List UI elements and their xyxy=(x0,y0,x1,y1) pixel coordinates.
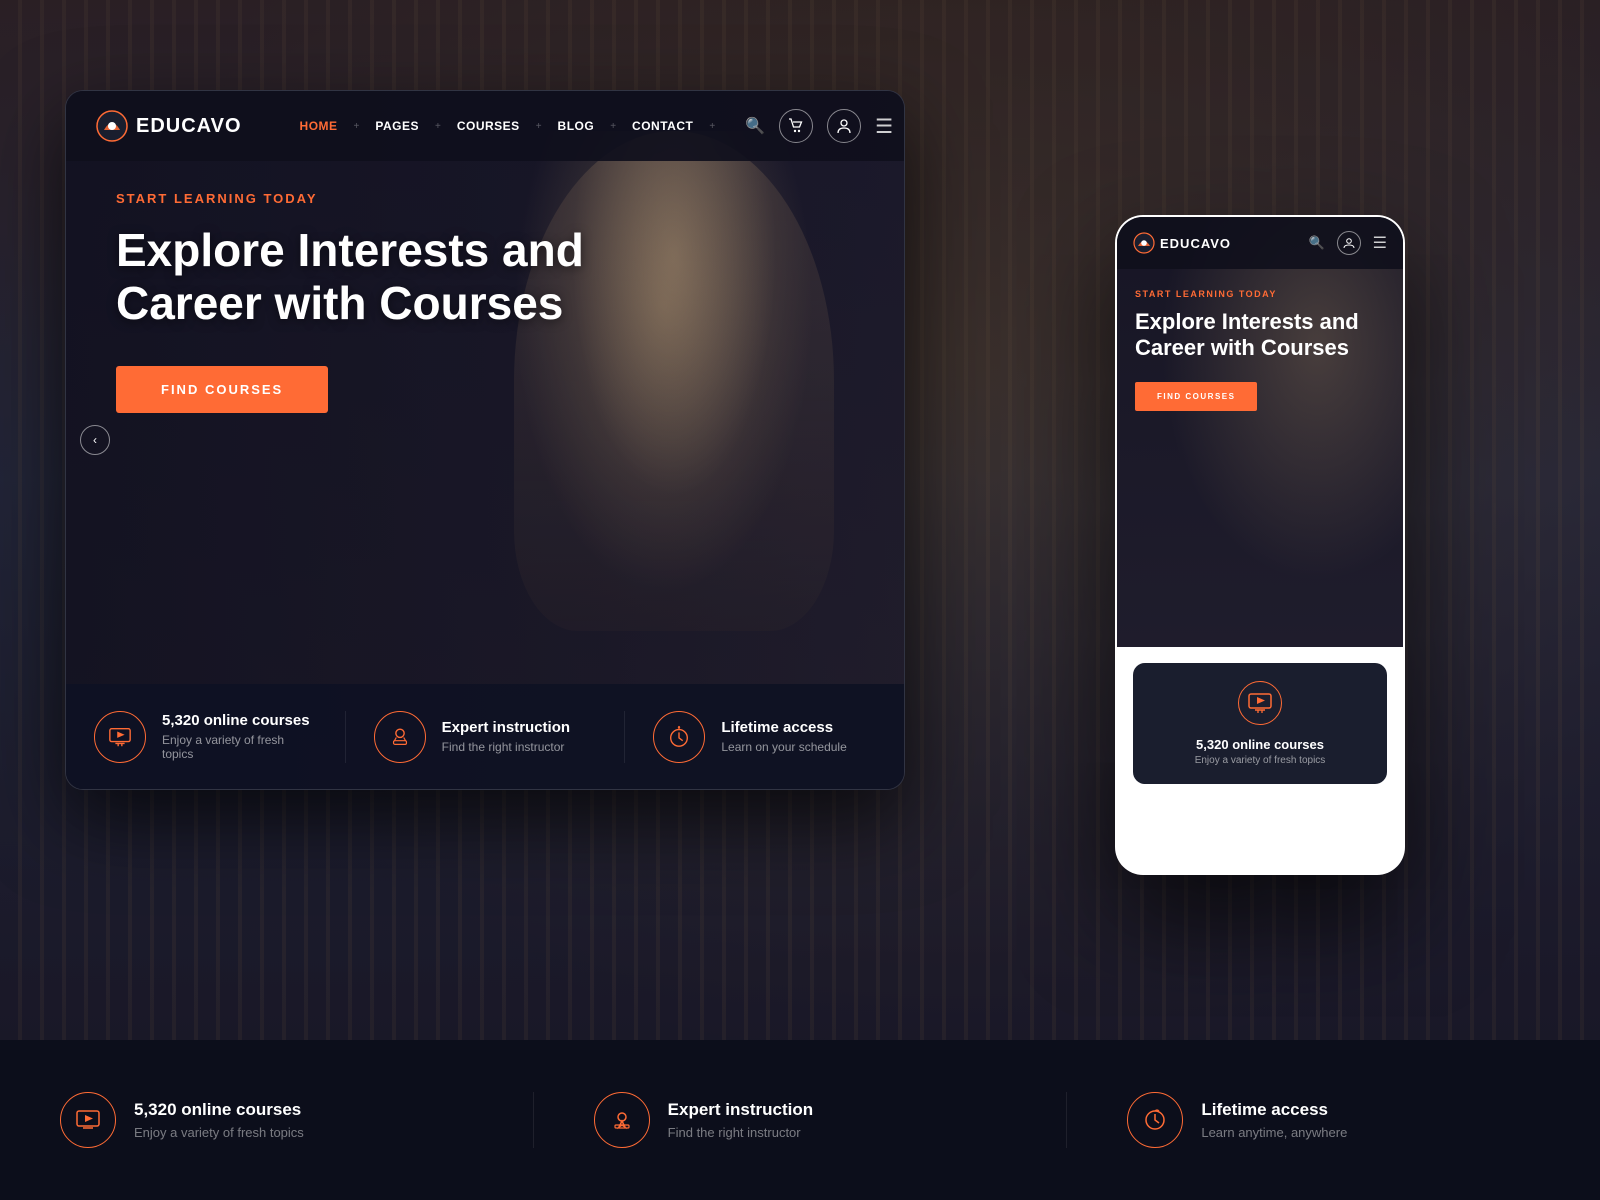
nav-blog[interactable]: BLOG xyxy=(550,114,603,138)
mobile-mockup: EDUCAVO 🔍 ☰ START LEARNING TODAY Explore… xyxy=(1115,215,1405,875)
nav-courses[interactable]: COURSES xyxy=(449,114,528,138)
bottom-stat-text-1: 5,320 online courses Enjoy a variety of … xyxy=(134,1100,304,1140)
mobile-user-icon[interactable] xyxy=(1337,231,1361,255)
stat-instruction-icon xyxy=(374,711,426,763)
logo-icon xyxy=(96,110,128,142)
stat-lifetime: Lifetime access Learn on your schedule xyxy=(625,711,904,763)
nav-home[interactable]: HOME xyxy=(292,114,346,138)
prev-slide-button[interactable]: ‹ xyxy=(80,425,110,455)
mobile-hero: EDUCAVO 🔍 ☰ START LEARNING TODAY Explore… xyxy=(1117,217,1403,647)
bottom-stat-title-2: Expert instruction xyxy=(668,1100,813,1120)
mobile-logo[interactable]: EDUCAVO xyxy=(1133,232,1231,254)
mobile-nav-icons: 🔍 ☰ xyxy=(1308,231,1387,255)
stat-courses: 5,320 online courses Enjoy a variety of … xyxy=(66,711,346,763)
stat-lifetime-text: Lifetime access Learn on your schedule xyxy=(721,719,846,754)
desktop-hero-content: START LEARNING TODAY Explore Interests a… xyxy=(116,191,696,413)
bottom-stats-bar: 5,320 online courses Enjoy a variety of … xyxy=(0,1040,1600,1200)
bottom-stat-icon-2 xyxy=(594,1092,650,1148)
bottom-stat-icon-3 xyxy=(1127,1092,1183,1148)
menu-icon[interactable]: ☰ xyxy=(875,114,893,139)
mobile-hero-bg-overlay xyxy=(1117,217,1403,647)
bottom-stat-3: Lifetime access Learn anytime, anywhere xyxy=(1067,1092,1600,1148)
hero-title: Explore Interests and Career with Course… xyxy=(116,224,696,330)
mobile-stats-card: 5,320 online courses Enjoy a variety of … xyxy=(1133,663,1387,784)
mobile-stat-desc: Enjoy a variety of fresh topics xyxy=(1195,755,1326,766)
mobile-navbar: EDUCAVO 🔍 ☰ xyxy=(1117,217,1403,269)
mobile-logo-icon xyxy=(1133,232,1155,254)
bottom-stat-icon-1 xyxy=(60,1092,116,1148)
bottom-stat-2: Expert instruction Find the right instru… xyxy=(534,1092,1068,1148)
desktop-navbar: EDUCAVO HOME + PAGES + COURSES + BLOG + … xyxy=(66,91,904,161)
find-courses-button[interactable]: FIND COURSES xyxy=(116,366,328,413)
stat-courses-icon xyxy=(94,711,146,763)
mobile-search-icon[interactable]: 🔍 xyxy=(1308,235,1324,251)
bottom-stat-text-3: Lifetime access Learn anytime, anywhere xyxy=(1201,1100,1347,1140)
mobile-stat-text: 5,320 online courses Enjoy a variety of … xyxy=(1195,737,1326,766)
mobile-logo-text: EDUCAVO xyxy=(1160,236,1231,251)
stat-lifetime-icon xyxy=(653,711,705,763)
bottom-stat-text-2: Expert instruction Find the right instru… xyxy=(668,1100,813,1140)
nav-contact[interactable]: CONTACT xyxy=(624,114,701,138)
search-icon[interactable]: 🔍 xyxy=(745,116,765,136)
bottom-stat-desc-2: Find the right instructor xyxy=(668,1125,813,1140)
mobile-find-courses-button[interactable]: FIND COURSES xyxy=(1135,382,1257,411)
bottom-stat-1: 5,320 online courses Enjoy a variety of … xyxy=(0,1092,534,1148)
mobile-stat-title: 5,320 online courses xyxy=(1195,737,1326,752)
desktop-stats-bar: 5,320 online courses Enjoy a variety of … xyxy=(66,684,904,789)
nav-icons: 🔍 ☰ xyxy=(745,109,893,143)
mobile-menu-icon[interactable]: ☰ xyxy=(1373,233,1387,253)
user-icon[interactable] xyxy=(827,109,861,143)
stat-instruction-text: Expert instruction Find the right instru… xyxy=(442,719,570,754)
desktop-mockup: EDUCAVO HOME + PAGES + COURSES + BLOG + … xyxy=(65,90,905,790)
bottom-stat-desc-1: Enjoy a variety of fresh topics xyxy=(134,1125,304,1140)
hero-subtitle: START LEARNING TODAY xyxy=(116,191,696,206)
nav-pages[interactable]: PAGES xyxy=(367,114,427,138)
bottom-stat-desc-3: Learn anytime, anywhere xyxy=(1201,1125,1347,1140)
stat-courses-text: 5,320 online courses Enjoy a variety of … xyxy=(162,712,317,761)
mobile-hero-title: Explore Interests and Career with Course… xyxy=(1135,309,1385,362)
mobile-white-section: 5,320 online courses Enjoy a variety of … xyxy=(1117,647,1403,875)
nav-links: HOME + PAGES + COURSES + BLOG + CONTACT … xyxy=(292,114,716,138)
mobile-stat-icon xyxy=(1238,681,1282,725)
mobile-hero-content: START LEARNING TODAY Explore Interests a… xyxy=(1135,289,1385,411)
mobile-hero-subtitle: START LEARNING TODAY xyxy=(1135,289,1385,299)
stat-instruction: Expert instruction Find the right instru… xyxy=(346,711,626,763)
bottom-stat-title-3: Lifetime access xyxy=(1201,1100,1347,1120)
bottom-stat-title-1: 5,320 online courses xyxy=(134,1100,304,1120)
logo-text: EDUCAVO xyxy=(136,115,242,138)
cart-icon[interactable] xyxy=(779,109,813,143)
desktop-logo[interactable]: EDUCAVO xyxy=(96,110,242,142)
